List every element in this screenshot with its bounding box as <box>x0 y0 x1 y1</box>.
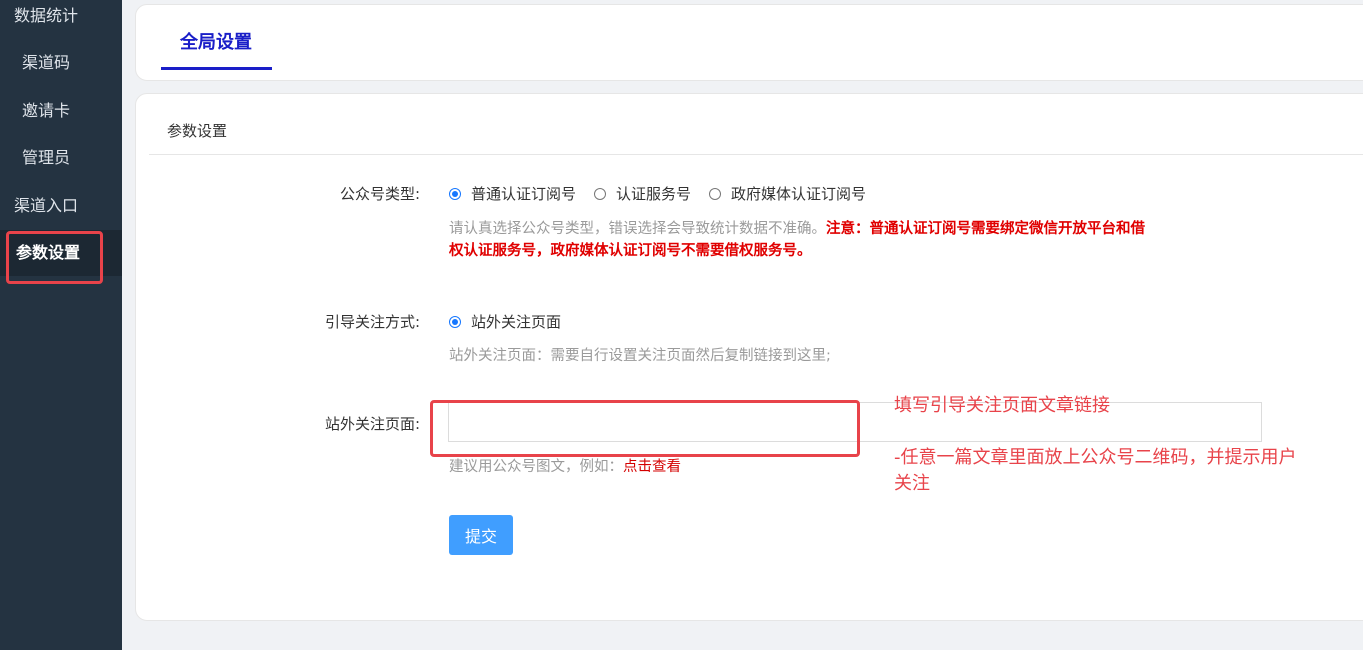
input-highlight-box <box>430 400 860 457</box>
radio-normal-subscription[interactable]: 普通认证订阅号 <box>449 183 576 204</box>
annotation-fill-link: 填写引导关注页面文章链接 <box>894 395 1110 416</box>
follow-method-label: 引导关注方式: <box>324 313 420 331</box>
external-page-hint: 建议用公众号图文，例如：点击查看 <box>449 456 681 478</box>
radio-checked-icon[interactable] <box>449 187 461 200</box>
sidebar-item-channel-code[interactable]: 渠道码 <box>0 40 122 86</box>
account-type-label: 公众号类型: <box>339 185 420 203</box>
account-type-hint-text: 请认真选择公众号类型，错误选择会导致统计数据不准确。 <box>449 221 826 237</box>
radio-unchecked-icon[interactable] <box>594 187 607 200</box>
view-example-link[interactable]: 点击查看 <box>623 459 681 475</box>
tab-bar: 全局设置 <box>135 4 1363 81</box>
tab-global-settings[interactable]: 全局设置 <box>161 29 271 69</box>
account-type-warning: 注意：普通认证订阅号需要绑定微信开放平台和借 <box>826 221 1145 237</box>
sidebar: 数据统计 渠道码 邀请卡 管理员 渠道入口 参数设置 <box>0 0 122 650</box>
active-tab-indicator <box>161 67 272 70</box>
radio-external-page[interactable]: 站外关注页面 <box>449 311 561 332</box>
radio-label: 普通认证订阅号 <box>471 185 577 203</box>
radio-label: 政府媒体认证订阅号 <box>731 185 867 203</box>
sidebar-item-invite-card[interactable]: 邀请卡 <box>0 88 122 134</box>
sidebar-highlight-box <box>6 231 103 284</box>
radio-checked-icon[interactable] <box>449 315 461 328</box>
radio-label: 认证服务号 <box>616 185 692 203</box>
radio-service-account[interactable]: 认证服务号 <box>594 183 691 204</box>
annotation-line: 关注 <box>894 473 930 494</box>
external-page-label: 站外关注页面: <box>324 415 420 433</box>
section-title: 参数设置 <box>167 122 228 140</box>
radio-unchecked-icon[interactable] <box>709 187 722 200</box>
submit-button[interactable]: 提交 <box>449 515 513 555</box>
account-type-radio-group: 普通认证订阅号 认证服务号 政府媒体认证订阅号 <box>449 183 884 204</box>
sidebar-item-channel-entry[interactable]: 渠道入口 <box>0 183 122 229</box>
account-type-hint: 请认真选择公众号类型，错误选择会导致统计数据不准确。注意：普通认证订阅号需要绑定… <box>449 218 1259 262</box>
sidebar-item-data-stats[interactable]: 数据统计 <box>0 0 122 39</box>
section-divider <box>149 154 1363 155</box>
radio-label: 站外关注页面 <box>471 313 562 331</box>
follow-method-hint: 站外关注页面：需要自行设置关注页面然后复制链接到这里; <box>449 348 831 364</box>
sidebar-item-admin[interactable]: 管理员 <box>0 135 122 181</box>
annotation-qr-instructions: -任意一篇文章里面放上公众号二维码，并提示用户 关注 <box>894 445 1354 497</box>
external-page-hint-text: 建议用公众号图文，例如： <box>449 459 623 475</box>
follow-method-radio-group: 站外关注页面 <box>449 311 579 332</box>
radio-gov-subscription[interactable]: 政府媒体认证订阅号 <box>709 183 866 204</box>
annotation-line: -任意一篇文章里面放上公众号二维码，并提示用户 <box>894 447 1297 468</box>
account-type-warning-cont: 权认证服务号，政府媒体认证订阅号不需要借权服务号。 <box>449 243 812 259</box>
